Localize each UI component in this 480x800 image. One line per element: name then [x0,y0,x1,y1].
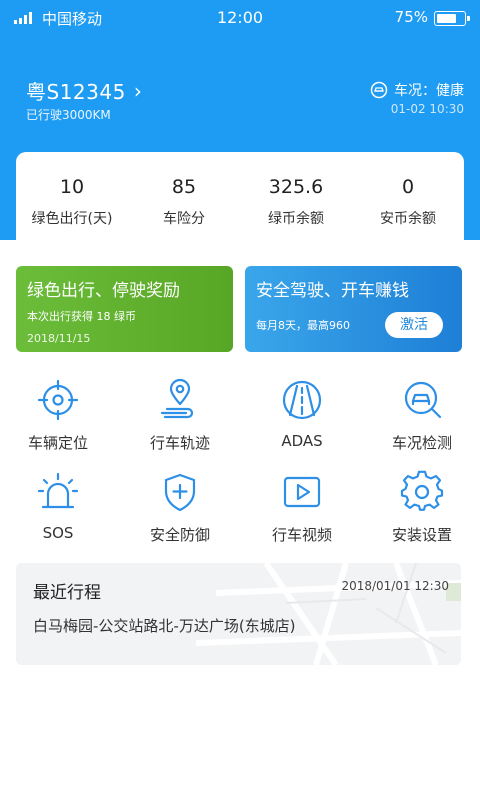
crosshair-icon [37,379,79,421]
banner-title: 安全驾驶、开车赚钱 [256,281,409,301]
grid-item-driving-video[interactable]: 行车视频 [242,470,362,545]
green-travel-banner[interactable]: 绿色出行、停驶奖励 本次出行获得 18 绿币 2018/11/15 [16,266,233,352]
stat-value: 325.6 [268,176,324,198]
status-bar: 中国移动 12:00 75% [0,0,480,36]
grid-item-security-defense[interactable]: 安全防御 [120,470,240,545]
condition-timestamp: 01-02 10:30 [390,102,464,116]
license-plate: 粤S12345 [26,80,126,104]
stat-value: 0 [401,176,415,198]
grid-label: 安全防御 [149,526,210,544]
trip-time: 2018/01/01 12:30 [341,579,449,593]
stat-value: 10 [59,176,85,198]
trip-title: 最近行程 [33,583,101,603]
stat-insurance-score[interactable]: 85 车险分 [128,152,240,240]
stat-label: 绿色出行(天) [31,211,113,227]
grid-item-driving-track[interactable]: 行车轨迹 [120,378,240,453]
grid-item-condition-check[interactable]: 车况检测 [362,378,480,453]
grid-label: 车况检测 [391,434,452,452]
stat-label: 车险分 [163,211,205,227]
vehicle-condition[interactable]: 车况：健康 [370,80,464,100]
grid-item-adas[interactable]: ADAS [242,378,362,450]
shield-plus-icon [164,473,196,512]
gear-icon [400,470,444,511]
stat-green-coin[interactable]: 325.6 绿币余额 [240,152,352,240]
mileage-text: 已行驶3000KM [26,108,111,122]
grid-item-install-settings[interactable]: 安装设置 [362,470,480,545]
grid-item-sos[interactable]: SOS [0,470,118,542]
battery-icon [434,11,470,26]
location-track-icon [160,378,194,419]
banner-title: 绿色出行、停驶奖励 [27,281,180,301]
road-icon [282,380,322,420]
grid-label: ADAS [281,432,323,450]
stat-green-days[interactable]: 10 绿色出行(天) [16,152,128,240]
activate-button[interactable]: 激活 [385,312,443,338]
grid-item-vehicle-location[interactable]: 车辆定位 [0,378,118,453]
vehicle-selector[interactable]: 粤S12345 › [26,76,142,105]
stat-safe-coin[interactable]: 0 安币余额 [352,152,464,240]
siren-icon [37,472,79,509]
recent-trip-card[interactable]: 最近行程 2018/01/01 12:30 白马梅园-公交站路北-万达广场(东城… [16,563,461,665]
stat-label: 绿币余额 [268,211,324,227]
banner-subtitle: 每月8天，最高960 [256,319,350,332]
safe-driving-banner[interactable]: 安全驾驶、开车赚钱 每月8天，最高960 激活 [245,266,462,352]
car-search-icon [404,381,442,419]
grid-label: 车辆定位 [27,434,88,452]
banner-date: 2018/11/15 [27,332,91,345]
grid-label: SOS [42,524,74,542]
banner-subtitle: 本次出行获得 18 绿币 [27,310,136,323]
stat-label: 安币余额 [380,211,436,227]
stats-card: 10 绿色出行(天) 85 车险分 325.6 绿币余额 0 安币余额 [16,152,464,240]
chevron-right-icon: › [133,78,142,103]
trip-route: 白马梅园-公交站路北-万达广场(东城店) [33,617,296,635]
grid-label: 行车轨迹 [149,434,210,452]
grid-label: 行车视频 [271,526,332,544]
battery-fill [437,14,456,23]
video-play-icon [283,476,321,508]
battery-percentage: 75% [394,8,428,26]
grid-label: 安装设置 [391,526,452,544]
condition-text: 车况：健康 [394,83,464,99]
car-status-icon [370,81,388,99]
stat-value: 85 [171,176,197,198]
